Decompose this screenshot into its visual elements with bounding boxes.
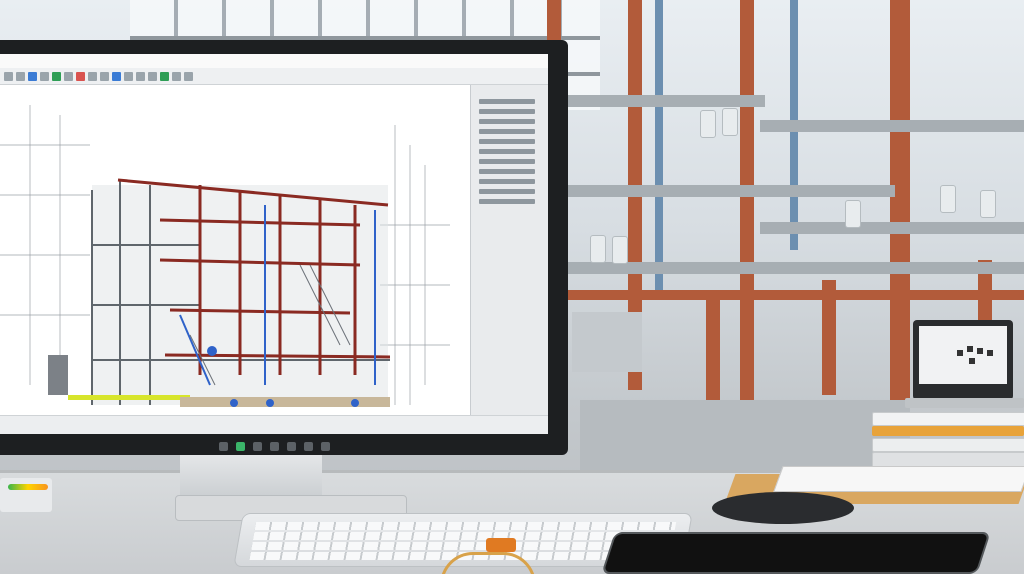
- app-icon[interactable]: [269, 441, 279, 451]
- properties-panel[interactable]: [470, 85, 548, 415]
- panel-row[interactable]: [479, 199, 535, 204]
- highlighter-pens: [8, 484, 48, 490]
- shelf: [760, 222, 1024, 234]
- back-table: [580, 400, 910, 470]
- panel-row[interactable]: [479, 129, 535, 134]
- panel-row[interactable]: [479, 169, 535, 174]
- laptop: [913, 320, 1013, 400]
- tool-button[interactable]: [172, 71, 181, 81]
- files-icon[interactable]: [235, 441, 245, 451]
- tool-button[interactable]: [160, 71, 169, 81]
- app-icon[interactable]: [252, 441, 262, 451]
- tool-button[interactable]: [184, 71, 193, 81]
- panel-row[interactable]: [479, 159, 535, 164]
- start-icon[interactable]: [218, 441, 228, 451]
- monitor: [0, 40, 568, 455]
- storage-jar: [940, 185, 956, 213]
- steel-frame: [48, 178, 391, 407]
- tool-button[interactable]: [52, 71, 61, 81]
- steel-beam: [565, 290, 1024, 300]
- cable-clip: [486, 538, 516, 552]
- panel-row[interactable]: [479, 179, 535, 184]
- laptop-diagram: [957, 346, 993, 364]
- storage-jar: [700, 110, 716, 138]
- tablet: [601, 532, 991, 574]
- panel-row[interactable]: [479, 189, 535, 194]
- tool-button[interactable]: [76, 71, 85, 81]
- book: [872, 426, 1024, 436]
- storage-jar: [612, 236, 628, 264]
- panel-row[interactable]: [479, 109, 535, 114]
- tool-button[interactable]: [16, 71, 25, 81]
- app-icon[interactable]: [303, 441, 313, 451]
- tool-button[interactable]: [100, 71, 109, 81]
- blue-column: [655, 0, 663, 290]
- tool-button[interactable]: [64, 71, 73, 81]
- cad-toolbar: [0, 68, 548, 85]
- shelf: [565, 185, 895, 197]
- tool-button[interactable]: [4, 71, 13, 81]
- panel-row[interactable]: [479, 149, 535, 154]
- panel-row[interactable]: [479, 139, 535, 144]
- app-icon[interactable]: [320, 441, 330, 451]
- panel-row[interactable]: [479, 119, 535, 124]
- tool-button[interactable]: [148, 71, 157, 81]
- tool-button[interactable]: [88, 71, 97, 81]
- tool-button[interactable]: [136, 71, 145, 81]
- book: [872, 438, 1024, 452]
- key-row: [254, 522, 677, 530]
- shelf: [760, 120, 1024, 132]
- tool-button[interactable]: [40, 71, 49, 81]
- storage-jar: [722, 108, 738, 136]
- shelf: [565, 95, 765, 107]
- monitor-stand: [180, 452, 322, 500]
- steel-column: [706, 295, 720, 400]
- taskbar: [0, 437, 548, 455]
- laptop-base: [905, 398, 1024, 408]
- app-icon[interactable]: [286, 441, 296, 451]
- menu-bar: [0, 54, 548, 69]
- cad-screen: [0, 54, 548, 434]
- tool-button[interactable]: [28, 71, 37, 81]
- storage-jar: [845, 200, 861, 228]
- storage-jar: [590, 235, 606, 263]
- steel-column: [740, 0, 754, 400]
- panel-row[interactable]: [479, 99, 535, 104]
- steel-column: [890, 0, 910, 400]
- book-stack: [872, 412, 1024, 468]
- key-row: [253, 532, 675, 540]
- shelf: [565, 262, 1024, 274]
- book: [872, 412, 1024, 426]
- tool-button[interactable]: [124, 71, 133, 81]
- cabinet: [572, 312, 642, 372]
- mouse: [712, 492, 854, 524]
- building-model: [0, 105, 450, 407]
- storage-jar: [980, 190, 996, 218]
- tool-button[interactable]: [112, 71, 121, 81]
- office-scene: [0, 0, 1024, 574]
- laptop-screen: [919, 326, 1007, 384]
- paper: [773, 466, 1024, 492]
- drawing-canvas[interactable]: [0, 85, 470, 415]
- status-bar: [0, 415, 548, 434]
